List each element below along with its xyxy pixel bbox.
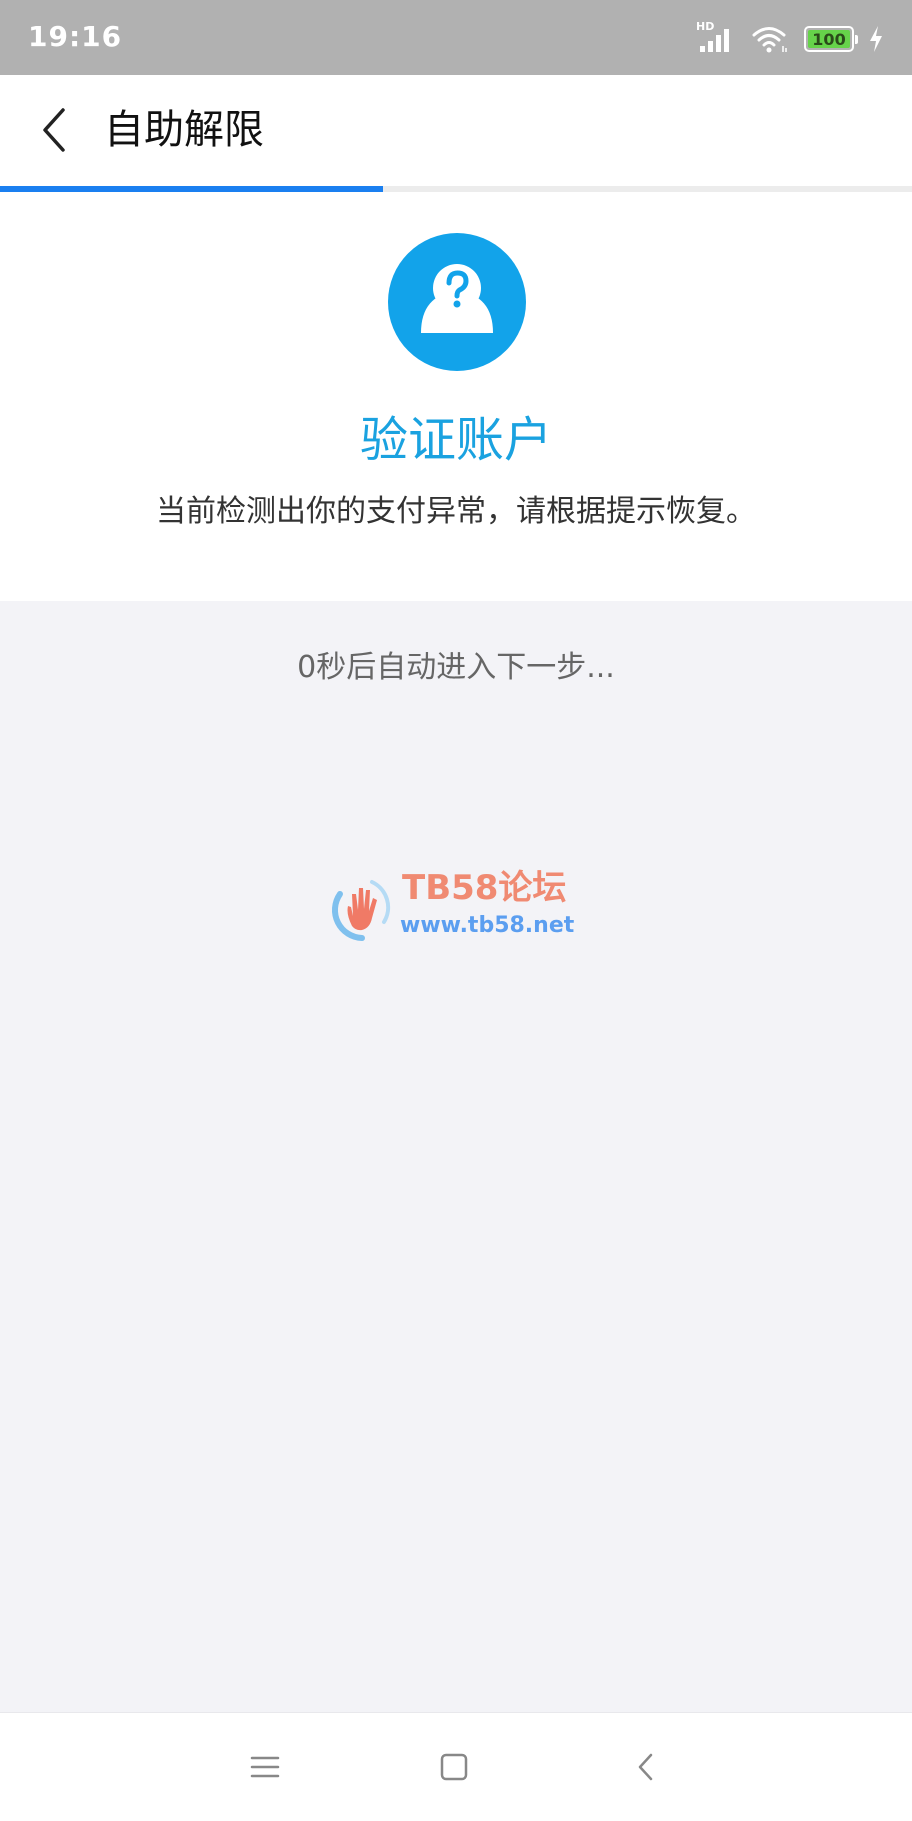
- verify-description: 当前检测出你的支付异常，请根据提示恢复。: [156, 494, 756, 529]
- watermark: TB58论坛 www.tb58.net: [328, 868, 598, 944]
- back-button[interactable]: [24, 95, 84, 165]
- wifi-icon: [750, 24, 790, 54]
- watermark-url: www.tb58.net: [400, 913, 575, 938]
- status-icons: HD 100: [696, 20, 884, 56]
- navigation-bar: [0, 1712, 912, 1821]
- hand-logo-icon: [331, 880, 391, 941]
- battery-icon: 100: [804, 26, 858, 52]
- charging-icon: [868, 25, 884, 53]
- countdown-text: 0秒后自动进入下一步...: [297, 650, 615, 685]
- status-bar: 19:16 HD 100: [0, 0, 912, 75]
- signal-icon: HD: [696, 20, 736, 54]
- chevron-left-icon: [43, 108, 65, 152]
- watermark-title: TB58论坛: [402, 868, 567, 908]
- verify-title: 验证账户: [359, 412, 552, 468]
- back-nav-button[interactable]: [616, 1737, 676, 1797]
- header: 自助解限: [0, 75, 912, 186]
- page-title: 自助解限: [104, 107, 264, 153]
- status-time: 19:16: [28, 20, 123, 53]
- menu-button[interactable]: [235, 1737, 295, 1797]
- back-icon: [638, 1753, 653, 1781]
- home-icon: [440, 1753, 468, 1781]
- battery-level: 100: [812, 29, 846, 49]
- home-button[interactable]: [424, 1737, 484, 1797]
- menu-icon: [250, 1756, 280, 1778]
- user-question-icon: [388, 233, 526, 371]
- verify-card: 验证账户 当前检测出你的支付异常，请根据提示恢复。: [0, 192, 912, 601]
